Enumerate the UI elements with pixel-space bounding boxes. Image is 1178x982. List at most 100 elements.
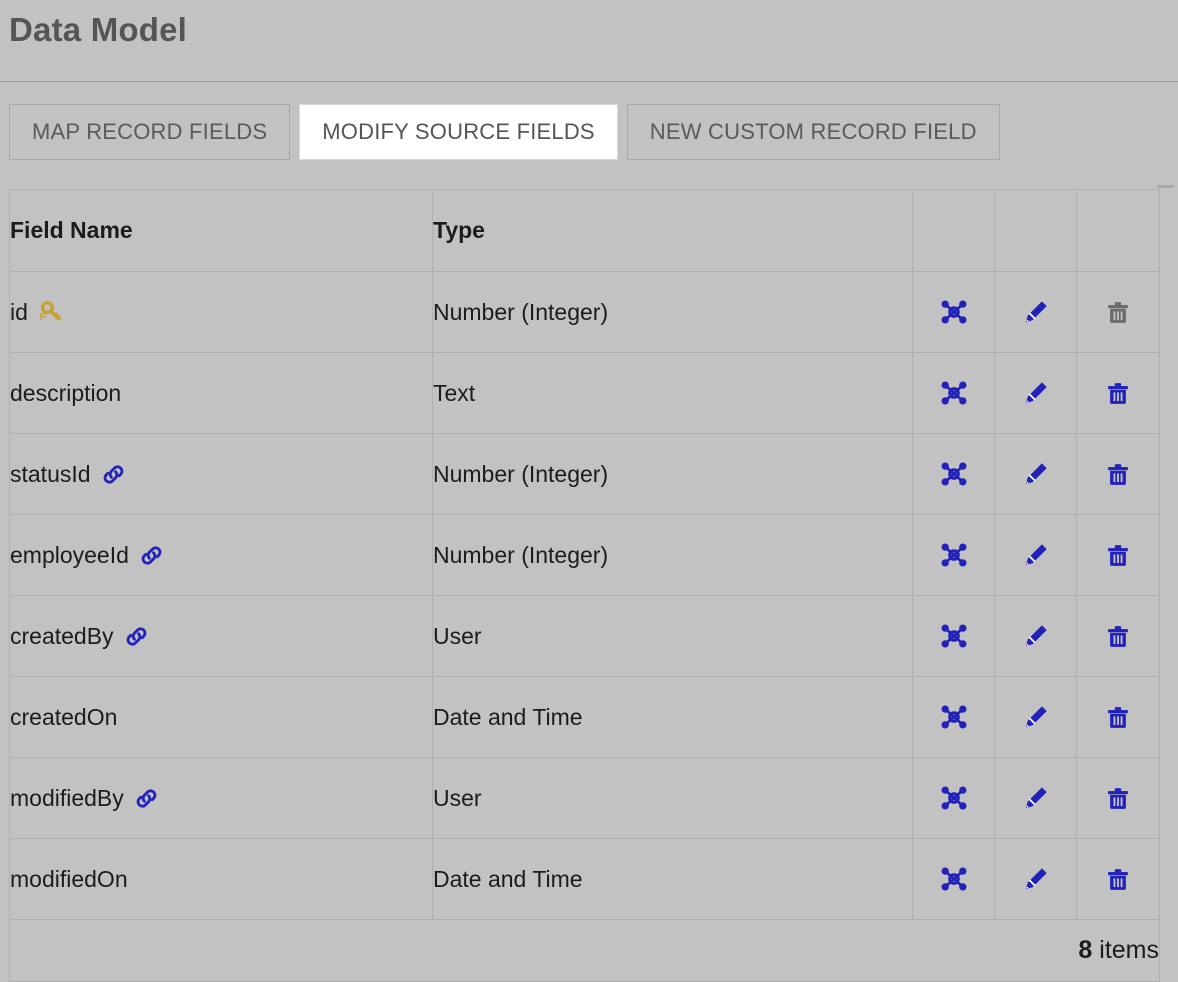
horizontal-scrollbar[interactable] [1157, 185, 1174, 188]
edit-pencil-icon[interactable] [1021, 378, 1051, 408]
fields-table: Field Name Type id P Number (Integer) descri… [9, 189, 1160, 982]
tab-label: NEW CUSTOM RECORD FIELD [649, 119, 977, 144]
link-icon [134, 786, 159, 811]
delete-trash-icon [1103, 297, 1133, 327]
field-type-text: User [433, 784, 482, 811]
edit-pencil-icon[interactable] [1021, 297, 1051, 327]
cell-relationship-action[interactable] [912, 433, 995, 515]
cell-relationship-action[interactable] [912, 757, 995, 839]
field-name-text: id [10, 298, 28, 325]
field-name-text: statusId [10, 460, 91, 487]
field-name-text: modifiedOn [10, 865, 128, 892]
data-model-page: Data Model MAP RECORD FIELDS MODIFY SOURC… [0, 0, 1178, 982]
table-head: Field Name Type [9, 189, 1160, 272]
field-name-text: createdBy [10, 622, 114, 649]
cell-edit-action[interactable] [994, 352, 1077, 434]
cell-edit-action[interactable] [994, 595, 1077, 677]
relationship-hub-icon[interactable] [939, 864, 969, 894]
relationship-hub-icon[interactable] [939, 702, 969, 732]
delete-trash-icon[interactable] [1103, 378, 1133, 408]
tab-label: MAP RECORD FIELDS [32, 119, 268, 144]
cell-field-type: Number (Integer) [432, 514, 913, 596]
relationship-hub-icon[interactable] [939, 783, 969, 813]
table-header-row: Field Name Type [9, 189, 1160, 272]
field-name-text: description [10, 379, 122, 406]
field-type-text: User [433, 622, 482, 649]
field-name-text: employeeId [10, 541, 129, 568]
table-row: statusId Number (Integer) [9, 433, 1160, 515]
relationship-hub-icon[interactable] [939, 459, 969, 489]
delete-trash-icon[interactable] [1103, 540, 1133, 570]
relationship-hub-icon[interactable] [939, 540, 969, 570]
item-count: 8 items [9, 919, 1160, 982]
column-header-label: Field Name [10, 217, 133, 243]
edit-pencil-icon[interactable] [1021, 459, 1051, 489]
cell-delete-action[interactable] [1076, 514, 1160, 596]
cell-relationship-action[interactable] [912, 676, 995, 758]
table-row: modifiedBy User [9, 757, 1160, 839]
field-type-text: Number (Integer) [433, 298, 609, 325]
table-foot: 8 items [9, 919, 1160, 982]
delete-trash-icon[interactable] [1103, 783, 1133, 813]
edit-pencil-icon[interactable] [1021, 540, 1051, 570]
cell-edit-action[interactable] [994, 514, 1077, 596]
field-name-wrapper: createdBy [10, 623, 149, 650]
cell-edit-action[interactable] [994, 838, 1077, 920]
edit-pencil-icon[interactable] [1021, 864, 1051, 894]
cell-relationship-action[interactable] [912, 514, 995, 596]
cell-relationship-action[interactable] [912, 595, 995, 677]
cell-delete-action[interactable] [1076, 352, 1160, 434]
field-type-text: Text [433, 379, 476, 406]
field-name-wrapper: modifiedOn [10, 866, 128, 893]
table-row: createdOn Date and Time [9, 676, 1160, 758]
link-icon [124, 624, 149, 649]
delete-trash-icon[interactable] [1103, 621, 1133, 651]
field-name-text: modifiedBy [10, 784, 124, 811]
cell-delete-action[interactable] [1076, 838, 1160, 920]
cell-field-type: User [432, 595, 913, 677]
cell-edit-action[interactable] [994, 271, 1077, 353]
cell-relationship-action[interactable] [912, 271, 995, 353]
fields-table-container: Field Name Type id P Number (Integer) descri… [9, 189, 1160, 982]
delete-trash-icon[interactable] [1103, 864, 1133, 894]
column-header-actions-4 [1076, 189, 1160, 272]
table-row: id P Number (Integer) [9, 271, 1160, 353]
cell-delete-action[interactable] [1076, 595, 1160, 677]
field-name-wrapper: id P [10, 299, 64, 326]
relationship-hub-icon[interactable] [939, 378, 969, 408]
page-title: Data Model [9, 11, 188, 48]
tab-map-record-fields[interactable]: MAP RECORD FIELDS [9, 104, 291, 160]
edit-pencil-icon[interactable] [1021, 702, 1051, 732]
column-header-actions-2 [912, 189, 995, 272]
cell-edit-action[interactable] [994, 676, 1077, 758]
cell-delete-action[interactable] [1076, 676, 1160, 758]
link-icon [101, 462, 126, 487]
cell-edit-action[interactable] [994, 433, 1077, 515]
cell-relationship-action[interactable] [912, 352, 995, 434]
column-header-type: Type [432, 189, 913, 272]
edit-pencil-icon[interactable] [1021, 783, 1051, 813]
primary-key-icon: P [38, 299, 64, 325]
cell-edit-action[interactable] [994, 757, 1077, 839]
cell-field-type: Text [432, 352, 913, 434]
tab-modify-source-fields[interactable]: MODIFY SOURCE FIELDS [299, 104, 618, 160]
cell-relationship-action[interactable] [912, 838, 995, 920]
relationship-hub-icon[interactable] [939, 297, 969, 327]
tab-new-custom-record-field[interactable]: NEW CUSTOM RECORD FIELD [626, 104, 1000, 160]
delete-trash-icon[interactable] [1103, 702, 1133, 732]
cell-delete-action[interactable] [1076, 757, 1160, 839]
edit-pencil-icon[interactable] [1021, 621, 1051, 651]
field-name-text: createdOn [10, 703, 118, 730]
column-header-label: Type [433, 217, 485, 243]
svg-text:P: P [40, 312, 47, 323]
header-divider [0, 81, 1178, 82]
item-count-number: 8 [1078, 936, 1093, 964]
link-icon [139, 543, 164, 568]
delete-trash-icon[interactable] [1103, 459, 1133, 489]
table-row: employeeId Number (Integer) [9, 514, 1160, 596]
field-name-wrapper: modifiedBy [10, 785, 159, 812]
cell-delete-action [1076, 271, 1160, 353]
table-body: id P Number (Integer) description Text status… [9, 271, 1160, 920]
cell-delete-action[interactable] [1076, 433, 1160, 515]
relationship-hub-icon[interactable] [939, 621, 969, 651]
